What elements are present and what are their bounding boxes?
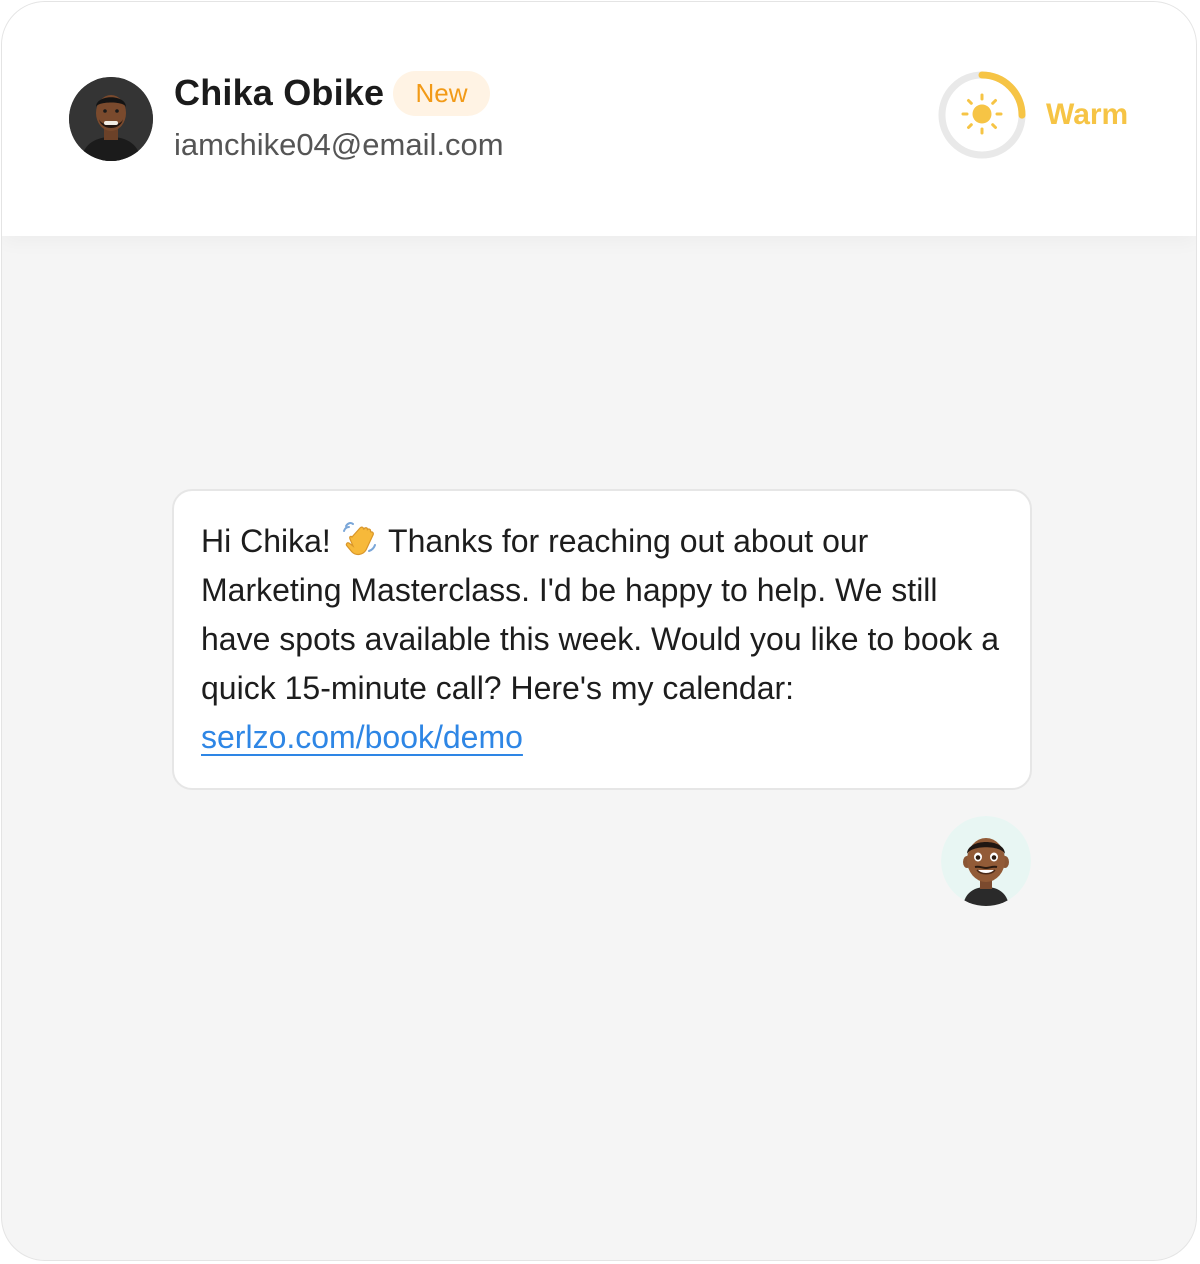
sender-avatar[interactable] [941, 816, 1031, 906]
message-bubble: Hi Chika! Thanks for reaching out about … [172, 489, 1032, 790]
message-text: Hi Chika! Thanks for reaching out about … [201, 517, 1004, 762]
person-avatar-icon [69, 77, 153, 161]
waving-hand-icon [342, 521, 376, 556]
calendar-link[interactable]: serlzo.com/book/demo [201, 719, 523, 755]
lead-temperature-label: Warm [1046, 98, 1129, 131]
conversation-card: Chika Obike New iamchike04@email.com War… [1, 1, 1197, 1261]
contact-avatar[interactable] [69, 77, 153, 161]
message-text-start: Hi Chika! [201, 523, 340, 559]
status-badge: New [393, 71, 490, 116]
contact-email: iamchike04@email.com [174, 127, 504, 162]
agent-avatar-icon [941, 816, 1031, 906]
sun-icon [961, 93, 1003, 135]
contact-header: Chika Obike New iamchike04@email.com War… [2, 2, 1196, 236]
lead-temperature-indicator [937, 70, 1027, 160]
contact-name: Chika Obike [174, 72, 385, 113]
